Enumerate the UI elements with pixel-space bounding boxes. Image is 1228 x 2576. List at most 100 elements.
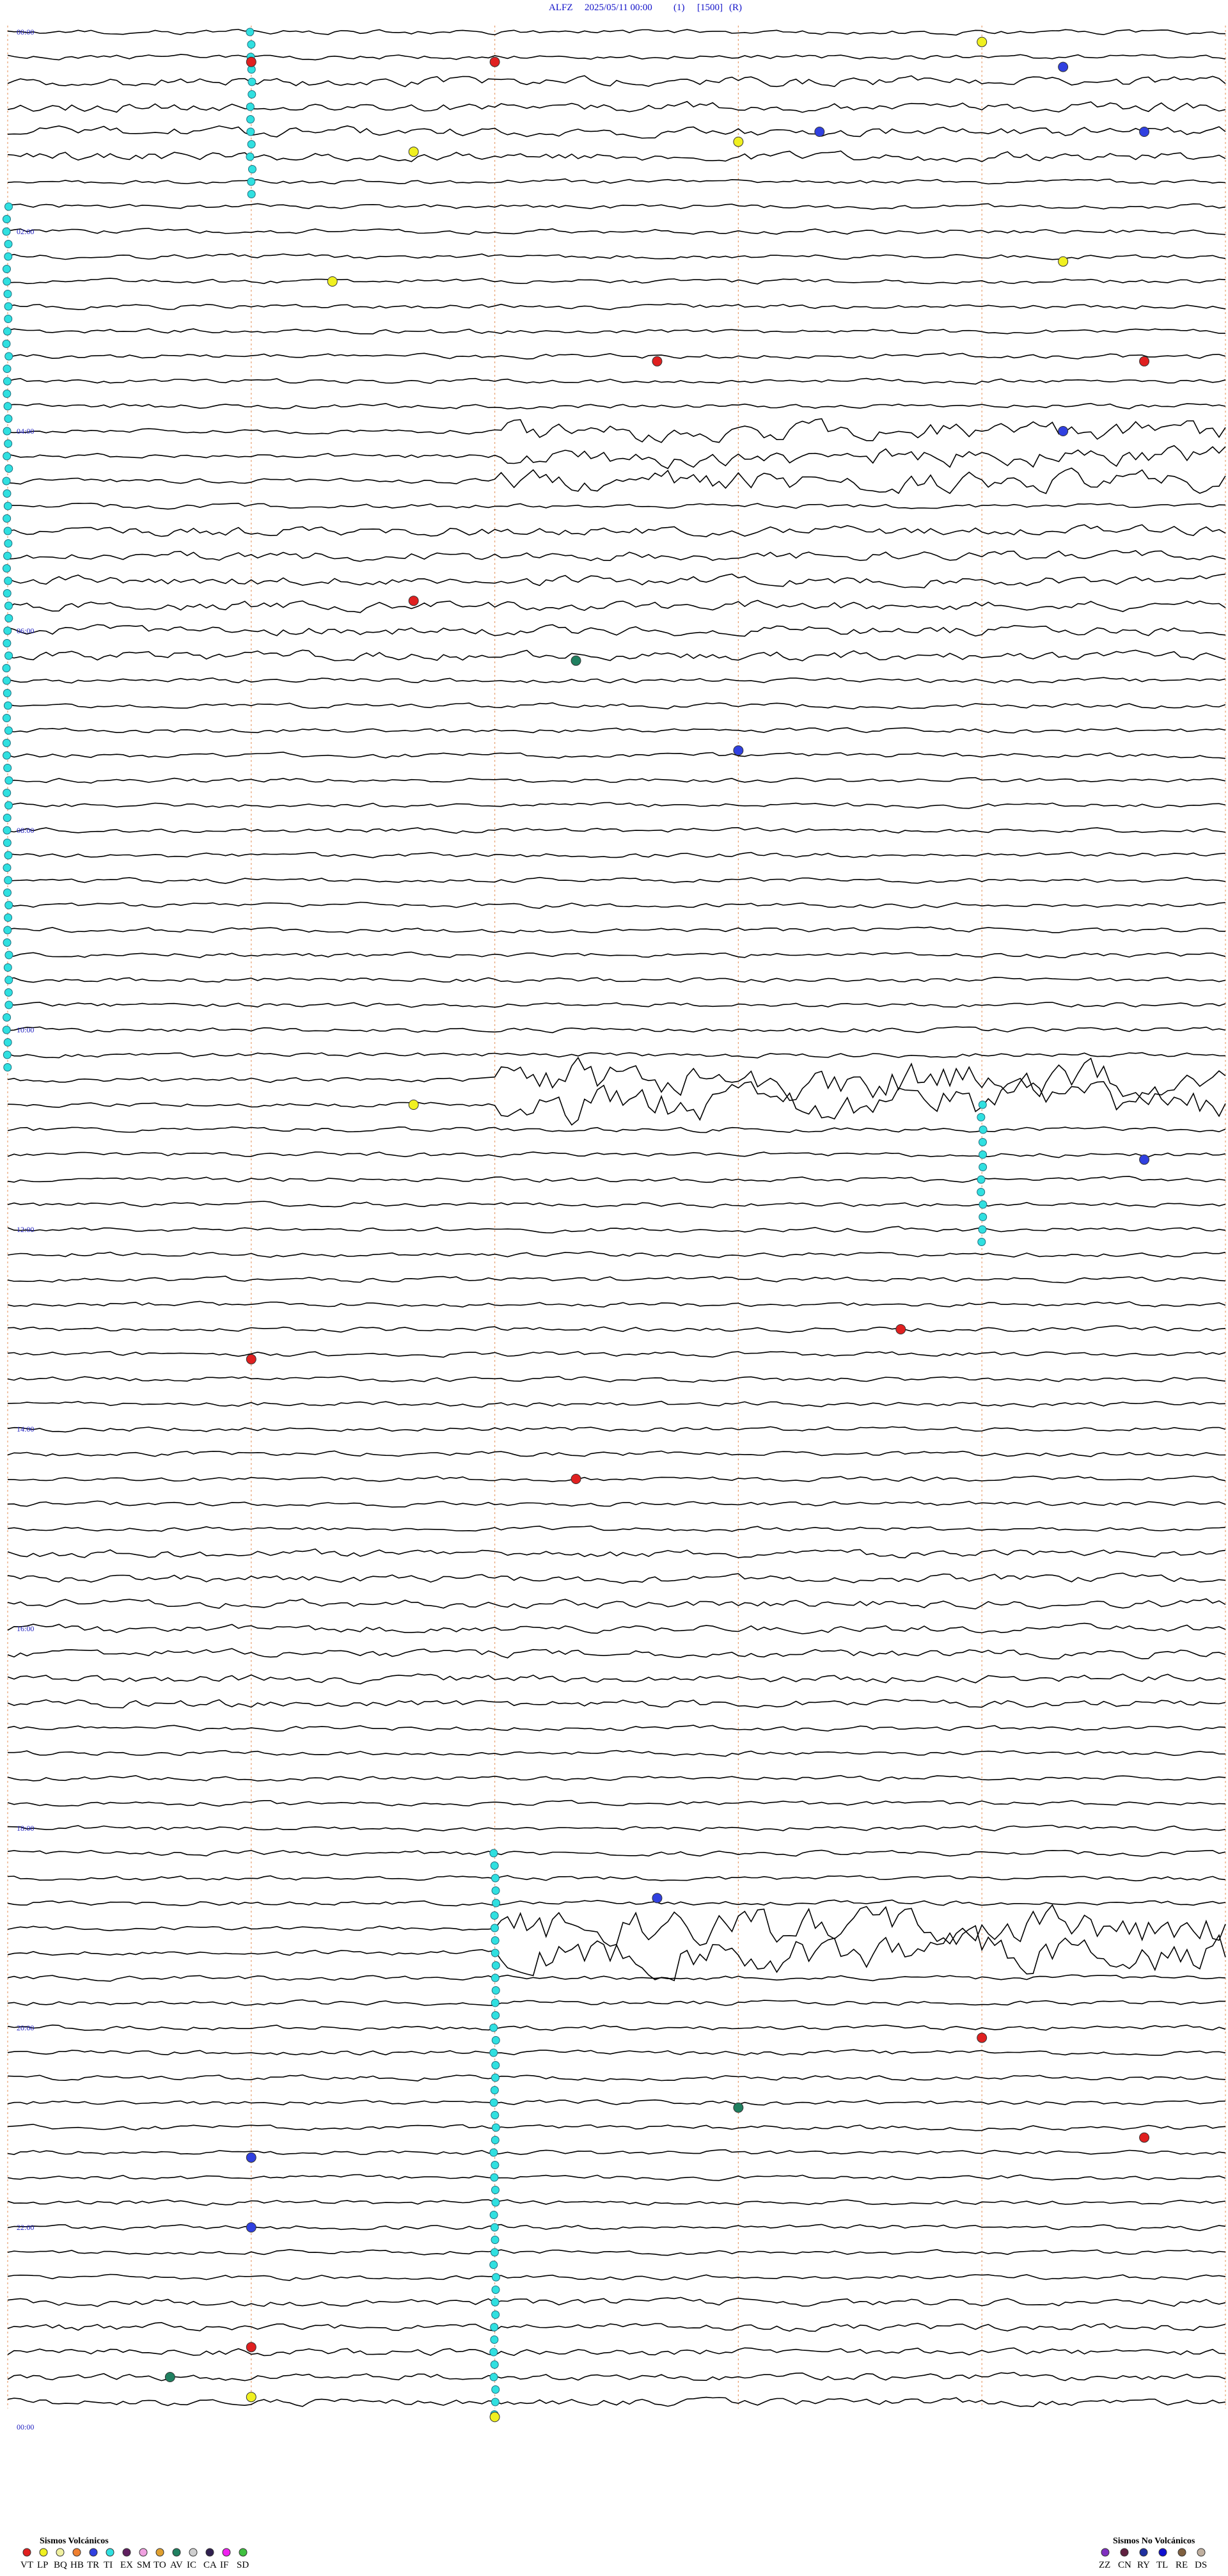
- event-marker-ti: [490, 1861, 499, 1870]
- event-marker-ti: [977, 1238, 986, 1246]
- event-marker-ti: [489, 2148, 498, 2157]
- event-marker-ti: [248, 165, 256, 173]
- legend-code-tl: TL: [1156, 2560, 1168, 2570]
- event-marker-ti: [3, 514, 12, 523]
- legend-swatch-ti: [106, 2548, 114, 2557]
- legend-swatch-if: [222, 2548, 231, 2557]
- event-marker-ti: [979, 1163, 988, 1171]
- event-marker-ti: [248, 77, 256, 86]
- event-marker-ti: [3, 427, 12, 436]
- legend-swatch-zz: [1101, 2548, 1110, 2557]
- event-marker-ti: [4, 240, 13, 248]
- event-marker-ti: [4, 651, 13, 660]
- event-marker-ti: [246, 102, 255, 111]
- event-marker-ti: [3, 701, 12, 710]
- helicorder-chart: ALFZ 2025/05/11 00:00 (1) [1500] (R) 00:…: [0, 0, 1228, 2576]
- legend-code-sd: SD: [237, 2560, 249, 2570]
- time-label: 02:00: [17, 227, 34, 236]
- event-marker-ti: [246, 127, 255, 136]
- event-marker-ti: [3, 938, 12, 947]
- event-marker-lp: [327, 276, 338, 287]
- time-label: 10:00: [17, 1025, 34, 1034]
- time-label: 00:00: [17, 28, 34, 36]
- event-marker-ti: [490, 2173, 499, 2182]
- event-marker-ti: [491, 1936, 500, 1945]
- event-marker-lp: [489, 2412, 500, 2422]
- event-marker-ti: [490, 2335, 499, 2344]
- event-marker-lp: [408, 1100, 419, 1110]
- event-marker-ti: [491, 1886, 500, 1895]
- event-marker-tr: [1139, 1154, 1150, 1165]
- event-marker-ti: [2, 676, 11, 685]
- time-label: 20:00: [17, 2023, 34, 2032]
- event-marker-ti: [491, 2236, 500, 2244]
- event-marker-ti: [489, 2348, 498, 2357]
- event-marker-vt: [246, 56, 256, 67]
- event-marker-ti: [491, 2123, 500, 2132]
- legend-code-ds: DS: [1195, 2560, 1207, 2570]
- event-marker-ti: [490, 1924, 499, 1932]
- event-marker-ti: [491, 2385, 500, 2394]
- legend-code-sm: SM: [137, 2560, 151, 2570]
- event-marker-ti: [979, 1125, 988, 1134]
- event-marker-ti: [3, 502, 12, 510]
- event-marker-lp: [408, 146, 419, 157]
- time-label: 08:00: [17, 826, 34, 835]
- event-marker-ti: [491, 2073, 500, 2082]
- event-marker-ti: [4, 776, 13, 785]
- event-marker-ti: [3, 926, 12, 935]
- event-marker-ti: [3, 764, 12, 772]
- event-marker-ti: [490, 2360, 499, 2369]
- event-marker-tr: [1058, 426, 1069, 436]
- event-marker-ti: [2, 227, 11, 236]
- event-marker-ti: [3, 452, 12, 461]
- event-marker-vt: [246, 1354, 256, 1364]
- legend-code-vt: VT: [20, 2560, 33, 2570]
- event-marker-ti: [3, 1063, 12, 1071]
- event-marker-vt: [652, 356, 663, 367]
- event-marker-ti: [3, 377, 12, 386]
- event-marker-ti: [491, 2286, 500, 2294]
- event-marker-ti: [489, 2211, 498, 2219]
- event-marker-ti: [491, 2011, 500, 2019]
- event-marker-ti: [491, 1986, 500, 1995]
- legend-swatch-ry: [1139, 2548, 1148, 2557]
- legend-code-cn: CN: [1118, 2560, 1131, 2570]
- event-marker-ti: [489, 2261, 498, 2269]
- legend-code-lp: LP: [37, 2560, 49, 2570]
- legend-swatch-ds: [1197, 2548, 1206, 2557]
- event-marker-ti: [489, 1849, 498, 1858]
- event-marker-ti: [4, 352, 13, 361]
- event-marker-ti: [3, 526, 12, 535]
- event-marker-ti: [489, 2373, 498, 2382]
- event-marker-ti: [4, 202, 13, 211]
- event-marker-vt: [1139, 2132, 1150, 2143]
- event-marker-ti: [247, 177, 256, 186]
- event-marker-vt: [571, 1474, 581, 1484]
- event-marker-ti: [4, 464, 13, 473]
- legend-swatch-sm: [139, 2548, 148, 2557]
- event-marker-ti: [2, 477, 11, 486]
- event-marker-tr: [733, 745, 744, 756]
- legend-swatch-hb: [72, 2548, 81, 2557]
- event-marker-ti: [4, 913, 13, 922]
- event-marker-ti: [491, 1973, 500, 1982]
- event-marker-ti: [4, 1000, 13, 1009]
- event-marker-ti: [491, 1874, 500, 1883]
- event-marker-ti: [3, 839, 12, 847]
- event-marker-ti: [491, 2111, 500, 2119]
- event-marker-ti: [3, 814, 12, 822]
- event-marker-ti: [979, 1200, 988, 1209]
- event-marker-tr: [1139, 127, 1150, 137]
- event-marker-ti: [491, 2273, 500, 2282]
- event-marker-ti: [2, 215, 11, 223]
- event-marker-ti: [247, 40, 256, 49]
- event-marker-ti: [491, 2398, 500, 2406]
- event-marker-vt: [489, 56, 500, 67]
- event-marker-ti: [247, 190, 256, 198]
- event-marker-ti: [4, 601, 13, 610]
- legend-swatch-cn: [1120, 2548, 1129, 2557]
- legend-code-zz: ZZ: [1099, 2560, 1110, 2570]
- event-marker-tr: [1058, 61, 1069, 72]
- legend-swatch-ic: [189, 2548, 198, 2557]
